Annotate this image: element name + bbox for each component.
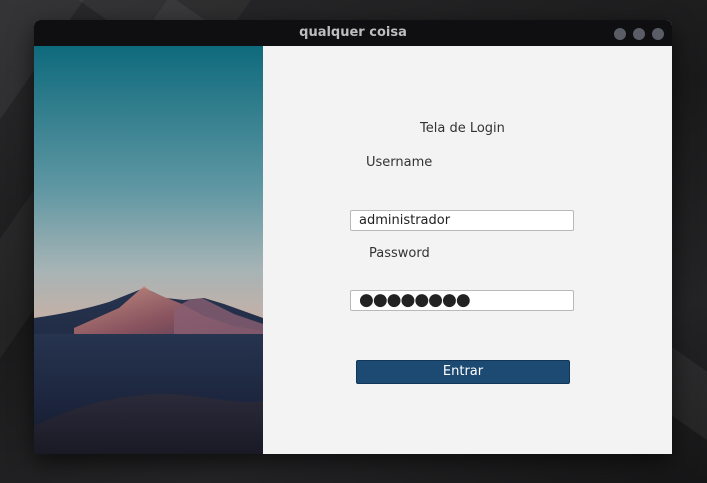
close-button[interactable]: [652, 28, 664, 40]
login-window: qualquer coisa Tela de Login Username ad…: [34, 20, 672, 454]
password-input[interactable]: ●●●●●●●●: [350, 290, 574, 311]
form-heading: Tela de Login: [420, 121, 505, 136]
minimize-button[interactable]: [614, 28, 626, 40]
login-form: Tela de Login Username administrador Pas…: [263, 46, 672, 454]
username-label: Username: [366, 155, 433, 170]
login-button[interactable]: Entrar: [356, 360, 570, 384]
title-bar[interactable]: qualquer coisa: [34, 20, 672, 46]
mountain-photo: [34, 46, 263, 454]
maximize-button[interactable]: [633, 28, 645, 40]
username-input[interactable]: administrador: [350, 210, 574, 231]
window-title: qualquer coisa: [299, 25, 407, 40]
password-label: Password: [369, 246, 430, 261]
